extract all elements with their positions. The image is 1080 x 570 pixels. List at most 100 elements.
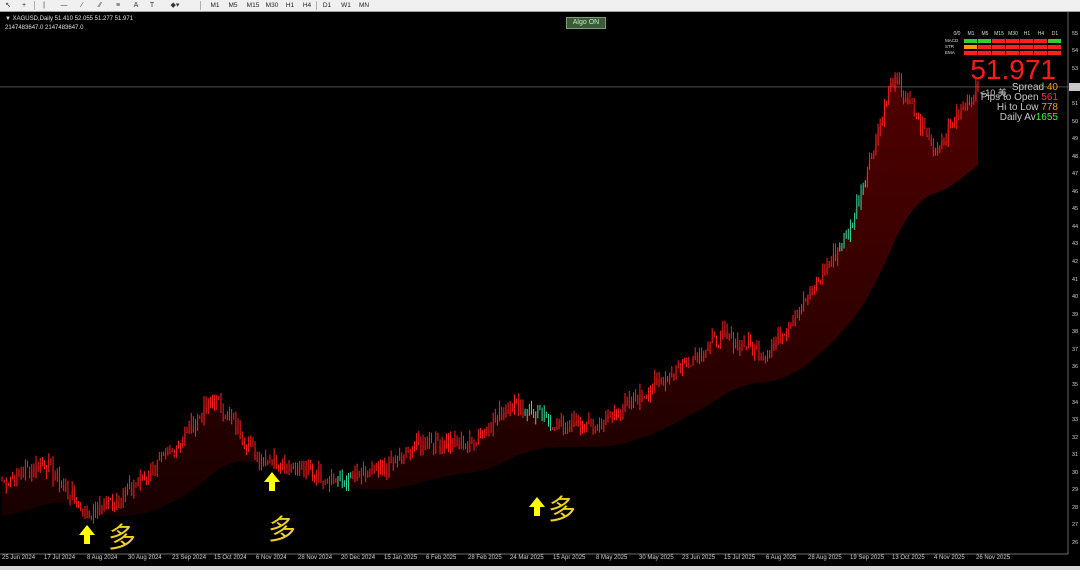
y-tick-label: 26: [1072, 540, 1079, 546]
y-tick-label: 28: [1072, 504, 1079, 511]
toolbar: ↖ + | — ∕ ∕∕ ≡ A T ◆▾ M1 M5 M15 M30 H1 H…: [0, 0, 1080, 12]
indicator-cell: [978, 45, 991, 49]
tf-header: M5: [981, 31, 989, 37]
x-tick-label: 25 Jun 2024: [2, 555, 36, 561]
indicator-cell: [1006, 39, 1019, 43]
y-tick-label: 55: [1072, 30, 1079, 37]
tf-mn[interactable]: MN: [355, 0, 373, 11]
indicator-cell: [964, 39, 977, 43]
x-tick-label: 28 Nov 2024: [298, 555, 333, 561]
long-signal-label: 多: [108, 521, 137, 554]
tf-h1[interactable]: H1: [281, 0, 299, 11]
y-tick-label: 50: [1072, 118, 1079, 125]
y-tick-label: 47: [1072, 171, 1079, 178]
y-tick-label: 31: [1072, 452, 1079, 459]
x-tick-label: 17 Jul 2024: [44, 555, 76, 561]
x-tick-label: 4 Nov 2025: [934, 555, 965, 561]
y-tick-label: 52: [1072, 83, 1079, 90]
x-tick-label: 24 Mar 2025: [510, 555, 544, 561]
vertical-line-icon[interactable]: |: [38, 0, 50, 11]
tf-header: M15: [994, 31, 1004, 37]
stat-label: Daily Av: [999, 112, 1036, 123]
tf-header: D1: [1051, 31, 1059, 37]
horizontal-line-icon[interactable]: —: [58, 0, 70, 11]
buy-arrow-icon: [79, 525, 95, 544]
x-tick-label: 23 Jun 2025: [682, 555, 716, 561]
y-tick-label: 46: [1072, 188, 1079, 195]
symbol-line: XAGUSD,Daily 51.410 52.055 51.277 51.971: [12, 16, 134, 22]
y-tick-label: 29: [1072, 487, 1079, 494]
y-tick-label: 51: [1072, 101, 1079, 108]
price-chart[interactable]: [0, 12, 1080, 570]
indicator-cell: [1020, 45, 1033, 49]
fibonacci-icon[interactable]: ≡: [112, 0, 124, 11]
tf-header: M30: [1008, 31, 1018, 37]
x-tick-label: 8 Aug 2024: [87, 555, 118, 561]
indicator-cell: [992, 39, 1005, 43]
indicator-cell: [992, 45, 1005, 49]
x-tick-label: 8 May 2025: [596, 555, 628, 561]
indicator-cell: [1034, 45, 1047, 49]
indicator-row-label: STR: [945, 44, 954, 49]
y-tick-label: 36: [1072, 364, 1079, 371]
long-signal-label: 多: [268, 513, 297, 546]
y-tick-label: 32: [1072, 434, 1079, 441]
label-icon[interactable]: T: [146, 0, 158, 11]
x-tick-label: 13 Oct 2025: [892, 555, 925, 561]
trendline-icon[interactable]: ∕: [76, 0, 88, 11]
y-tick-label: 30: [1072, 469, 1079, 476]
y-tick-label: 42: [1072, 259, 1079, 266]
x-tick-label: 30 May 2025: [639, 555, 674, 561]
x-tick-label: 6 Feb 2025: [426, 555, 457, 561]
candlestick-plot: [0, 12, 1080, 555]
buy-arrow-icon: [529, 497, 545, 516]
tf-m30[interactable]: M30: [263, 0, 281, 11]
indicator-cell: [964, 45, 977, 49]
crosshair-icon[interactable]: +: [18, 0, 30, 11]
y-tick-label: 38: [1072, 329, 1079, 336]
long-signal-label: 多: [548, 493, 577, 526]
symbol-info: ▼ XAGUSD,Daily 51.410 52.055 51.277 51.9…: [5, 16, 134, 22]
tf-m15[interactable]: M15: [244, 0, 262, 11]
tf-h4[interactable]: H4: [298, 0, 316, 11]
y-tick-label: 44: [1072, 223, 1079, 230]
indicator-cell: [1034, 39, 1047, 43]
x-tick-label: 23 Sep 2024: [172, 555, 207, 561]
tf-header-prefix: 0/0: [953, 31, 961, 37]
x-tick-label: 15 Oct 2024: [214, 555, 247, 561]
x-tick-label: 30 Aug 2024: [128, 555, 162, 561]
x-tick-label: 15 Jan 2025: [384, 555, 418, 561]
tf-m1[interactable]: M1: [206, 0, 224, 11]
y-tick-label: 49: [1072, 136, 1079, 143]
indicator-row-label: EMA: [945, 50, 955, 55]
x-tick-label: 26 Nov 2025: [976, 555, 1011, 561]
x-tick-label: 20 Dec 2024: [341, 555, 376, 561]
tf-m5[interactable]: M5: [224, 0, 242, 11]
y-tick-label: 40: [1072, 294, 1079, 301]
indicator-cell: [1006, 45, 1019, 49]
y-tick-label: 39: [1072, 311, 1079, 318]
x-tick-label: 6 Aug 2025: [766, 555, 797, 561]
algo-trading-button[interactable]: Algo ON: [566, 17, 606, 29]
cursor-icon[interactable]: ↖: [2, 0, 14, 11]
y-tick-label: 34: [1072, 399, 1079, 406]
y-tick-label: 45: [1072, 206, 1079, 213]
text-icon[interactable]: A: [130, 0, 142, 11]
x-tick-label: 28 Feb 2025: [468, 555, 502, 561]
indicator-cell: [1048, 39, 1061, 43]
y-tick-label: 35: [1072, 381, 1079, 388]
y-tick-label: 53: [1072, 65, 1079, 72]
channel-icon[interactable]: ∕∕: [94, 0, 106, 11]
buy-arrow-icon: [264, 472, 280, 491]
x-tick-label: 28 Aug 2025: [808, 555, 842, 561]
shapes-icon[interactable]: ◆▾: [166, 0, 184, 11]
tf-w1[interactable]: W1: [337, 0, 355, 11]
stat-value: 1655: [1035, 112, 1058, 123]
indicator-values: 2147483647.0 2147483647.0: [5, 25, 84, 31]
x-tick-label: 6 Nov 2024: [256, 555, 287, 561]
indicator-cell: [1020, 39, 1033, 43]
y-tick-label: 54: [1072, 48, 1079, 55]
horizontal-scrollbar[interactable]: [0, 566, 1080, 570]
tf-d1[interactable]: D1: [318, 0, 336, 11]
daily-avg-stat: Daily Av1655: [1000, 112, 1058, 123]
